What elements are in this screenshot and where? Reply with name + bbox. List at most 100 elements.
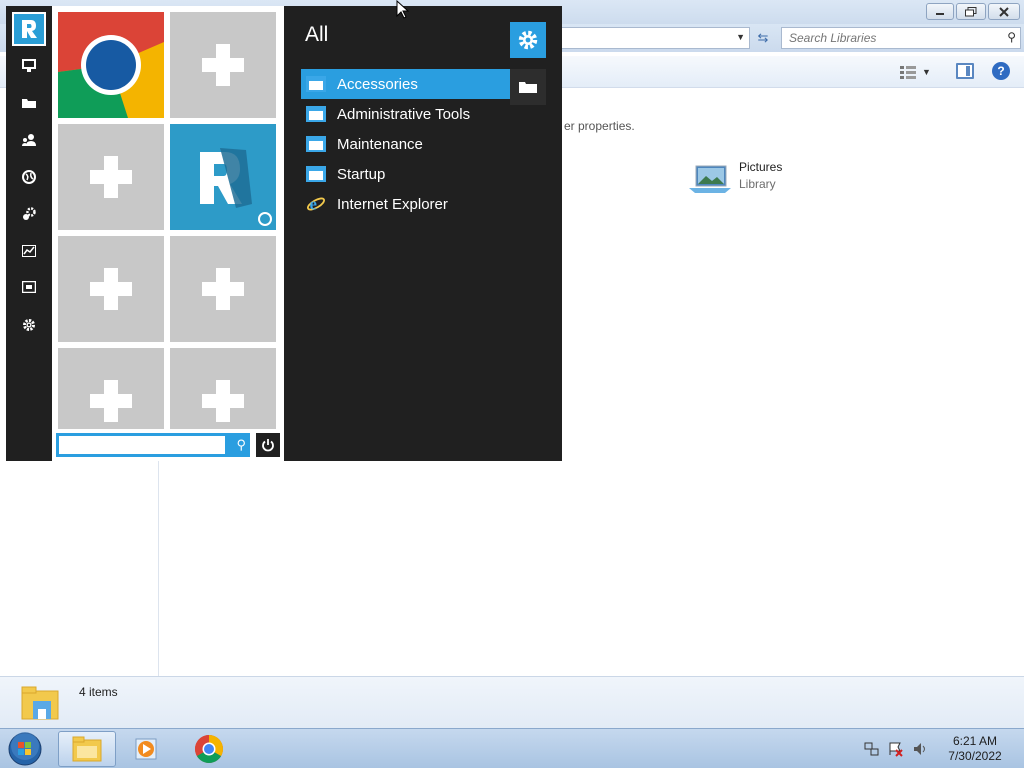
sidebar-item-display[interactable] xyxy=(19,277,39,297)
taskbar-chrome-button[interactable] xyxy=(180,731,238,767)
open-folder-button[interactable] xyxy=(510,69,546,105)
network-icon[interactable] xyxy=(864,741,880,757)
action-center-icon[interactable] xyxy=(888,741,904,757)
folder-icon xyxy=(22,99,36,108)
computer-icon xyxy=(22,59,36,72)
help-button[interactable]: ? xyxy=(992,62,1010,80)
gears-icon xyxy=(23,207,36,220)
sidebar-item-control-panel[interactable] xyxy=(19,204,39,224)
power-icon xyxy=(262,439,274,452)
clock[interactable]: 6:21 AM 7/30/2022 xyxy=(940,734,1010,764)
sidebar-item-folders[interactable] xyxy=(19,93,39,113)
program-item-startup[interactable]: Startup xyxy=(301,159,510,189)
users-icon xyxy=(22,134,36,146)
add-tile-icon xyxy=(202,44,244,86)
chrome-icon xyxy=(58,12,164,118)
folder-icon xyxy=(306,105,326,123)
view-list-icon xyxy=(900,66,916,79)
start-menu: ⚲ All Accessories Administrative Tools M… xyxy=(6,6,562,461)
maximize-button[interactable] xyxy=(956,3,986,20)
library-description: er properties. xyxy=(564,119,635,133)
sidebar-item-computer[interactable] xyxy=(19,56,39,76)
refresh-icon: ⇆ xyxy=(757,30,769,45)
change-view-button[interactable]: ▼ xyxy=(900,63,940,81)
add-tile-icon xyxy=(202,268,244,310)
svg-text:e: e xyxy=(310,194,317,213)
app-logo-button[interactable] xyxy=(12,12,46,46)
search-icon[interactable]: ⚲ xyxy=(236,437,246,453)
programs-heading: All xyxy=(305,23,329,46)
help-icon: ? xyxy=(997,64,1005,78)
details-pane: 4 items xyxy=(0,676,1024,728)
program-item-accessories[interactable]: Accessories xyxy=(301,69,510,99)
start-settings-button[interactable] xyxy=(510,22,546,58)
display-icon xyxy=(22,281,36,293)
internet-explorer-icon: e xyxy=(306,194,326,213)
library-item-pictures[interactable]: Pictures Library xyxy=(689,158,829,198)
windows-logo-icon xyxy=(8,732,42,766)
search-box[interactable]: ⚲ xyxy=(781,27,1021,49)
folder-icon xyxy=(306,165,326,183)
taskbar: 6:21 AM 7/30/2022 xyxy=(0,728,1024,768)
mouse-cursor-icon xyxy=(396,0,410,19)
close-button[interactable] xyxy=(988,3,1020,20)
program-item-label: Accessories xyxy=(337,75,418,93)
search-input[interactable] xyxy=(782,28,992,48)
tile-empty[interactable] xyxy=(170,12,276,118)
add-tile-icon xyxy=(90,268,132,310)
tile-chrome[interactable] xyxy=(58,12,164,118)
libraries-folder-icon xyxy=(21,686,59,720)
explorer-folder-icon xyxy=(72,736,102,762)
start-search-input[interactable] xyxy=(59,436,225,454)
add-tile-icon xyxy=(90,156,132,198)
program-item-maintenance[interactable]: Maintenance xyxy=(301,129,510,159)
add-tile-icon xyxy=(90,380,132,422)
tile-empty[interactable] xyxy=(170,236,276,342)
start-button[interactable] xyxy=(4,731,46,767)
program-item-label: Administrative Tools xyxy=(337,105,471,123)
preview-pane-button[interactable] xyxy=(956,63,974,79)
gear-icon xyxy=(23,319,35,331)
chrome-icon xyxy=(195,735,223,763)
program-item-administrative-tools[interactable]: Administrative Tools xyxy=(301,99,510,129)
programs-panel: All Accessories Administrative Tools Mai… xyxy=(284,6,562,461)
folder-icon xyxy=(306,135,326,153)
tile-empty[interactable] xyxy=(58,236,164,342)
chevron-down-icon[interactable]: ▼ xyxy=(736,32,745,42)
start-menu-sidebar xyxy=(6,6,52,461)
program-item-label: Startup xyxy=(337,165,386,183)
program-item-internet-explorer[interactable]: e Internet Explorer xyxy=(301,189,510,219)
app-logo-icon xyxy=(200,148,272,226)
restore-icon xyxy=(965,6,977,16)
power-button[interactable] xyxy=(256,433,280,457)
sidebar-item-settings[interactable] xyxy=(19,315,39,335)
search-icon[interactable]: ⚲ xyxy=(1007,30,1016,44)
address-field[interactable]: ▼ xyxy=(560,27,750,49)
sidebar-item-users[interactable] xyxy=(19,130,39,150)
chevron-down-icon: ▼ xyxy=(922,67,931,77)
sidebar-item-performance[interactable] xyxy=(19,241,39,261)
performance-chart-icon xyxy=(22,245,36,257)
folder-icon xyxy=(306,75,326,93)
item-count: 4 items xyxy=(79,685,118,699)
close-icon xyxy=(999,6,1009,17)
gear-icon xyxy=(518,30,538,50)
clock-date: 7/30/2022 xyxy=(948,749,1002,763)
clock-time: 6:21 AM xyxy=(952,734,998,748)
tile-app[interactable] xyxy=(170,124,276,230)
minimize-button[interactable] xyxy=(926,3,954,20)
network-globe-icon xyxy=(22,170,36,184)
volume-icon[interactable] xyxy=(912,741,928,757)
taskbar-explorer-button[interactable] xyxy=(58,731,116,767)
media-player-icon xyxy=(135,738,157,760)
taskbar-media-player-button[interactable] xyxy=(118,731,176,767)
sidebar-item-network[interactable] xyxy=(19,167,39,187)
minimize-icon xyxy=(936,12,944,15)
program-item-label: Maintenance xyxy=(337,135,423,153)
refresh-button[interactable]: ⇆ xyxy=(753,28,773,48)
tile-empty[interactable] xyxy=(58,124,164,230)
library-item-type: Library xyxy=(739,177,776,191)
app-logo-icon xyxy=(22,20,37,38)
tiles-area xyxy=(52,6,284,461)
start-search-box[interactable]: ⚲ xyxy=(56,433,250,457)
